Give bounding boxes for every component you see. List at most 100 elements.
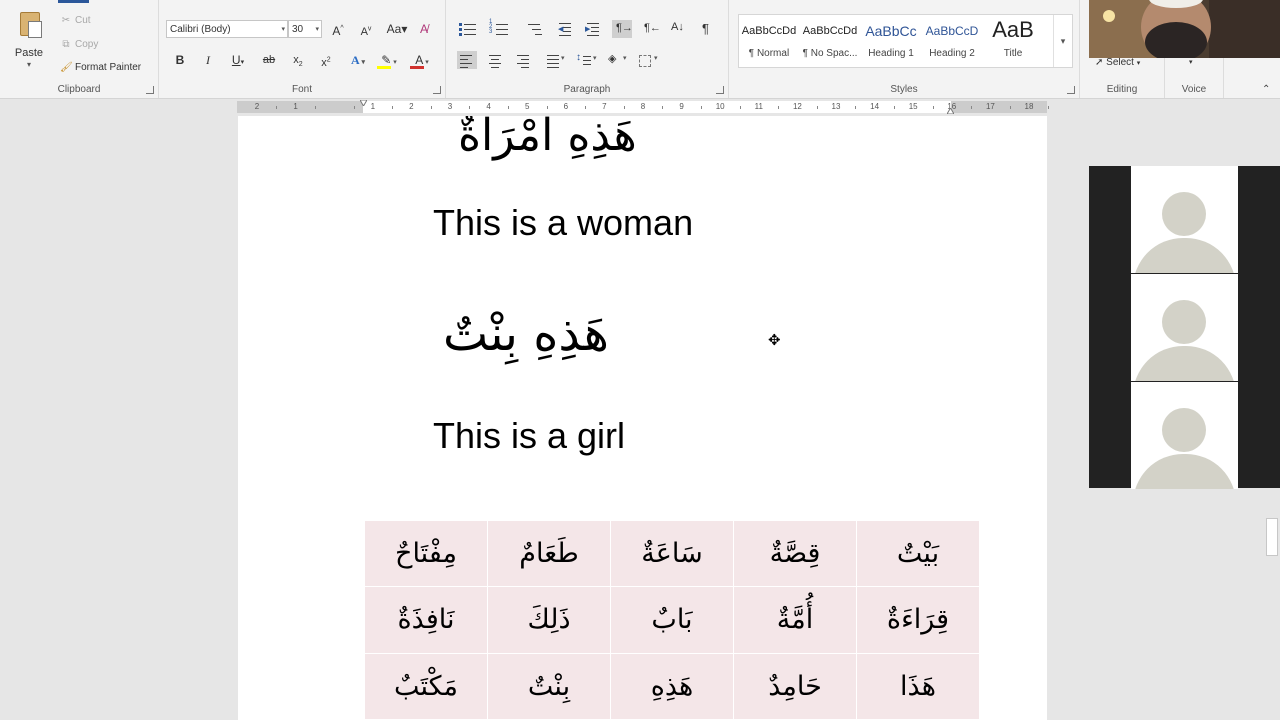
- chevron-down-icon: ▾: [1136, 60, 1141, 67]
- font-color-button[interactable]: A ▾: [408, 51, 436, 69]
- font-launcher-icon[interactable]: [433, 86, 441, 94]
- align-left-button[interactable]: [457, 51, 477, 69]
- clear-formatting-button[interactable]: A̸: [415, 20, 433, 38]
- ruler-number: 14: [870, 102, 880, 111]
- paste-button[interactable]: Paste ▾: [8, 10, 50, 72]
- superscript-button[interactable]: x2: [318, 51, 334, 69]
- font-group: Calibri (Body) ▾ 30 ▾ A^ Av Aa▾ A̸ B I U ▾…: [159, 0, 446, 98]
- ruler-tick: [276, 106, 278, 109]
- ruler-number: 9: [679, 102, 684, 111]
- right-indent-marker[interactable]: [947, 108, 954, 114]
- select-label: Select: [1106, 57, 1134, 68]
- strikethrough-button[interactable]: ab: [260, 51, 278, 69]
- vertical-scrollbar-thumb[interactable]: [1266, 518, 1278, 556]
- table-row: نَافِذَةٌ ذَلِكَ بَابٌ أُمَّةٌ قِرَاءَةٌ: [364, 586, 980, 654]
- presenter-video: [1089, 0, 1280, 58]
- participant-tile[interactable]: [1131, 382, 1238, 489]
- ruler-tick: [507, 106, 509, 109]
- bullets-button[interactable]: [458, 20, 478, 38]
- copy-button[interactable]: ⧉ Copy: [60, 36, 98, 54]
- ruler-number: 12: [792, 102, 802, 111]
- table-cell: نَافِذَةٌ: [364, 586, 488, 654]
- ltr-direction-button[interactable]: ¶→: [612, 20, 633, 38]
- rtl-direction-button[interactable]: ¶←: [640, 20, 661, 38]
- align-center-button[interactable]: [486, 51, 506, 69]
- highlight-button[interactable]: ✎ ▾: [375, 51, 403, 69]
- arabic-sentence-woman: هَذِهِ امْرَأَةٌ: [458, 116, 637, 161]
- style-preview: AaBbCcDd: [802, 25, 858, 37]
- highlighter-icon: ✎: [381, 53, 392, 67]
- ruler-number: 10: [715, 102, 725, 111]
- underline-button[interactable]: U ▾: [226, 51, 250, 69]
- ruler-number: 17: [985, 102, 995, 111]
- numbering-button[interactable]: 123: [489, 19, 509, 38]
- shading-button[interactable]: ◈ ▾: [606, 51, 632, 69]
- paragraph-launcher-icon[interactable]: [716, 86, 724, 94]
- participant-tile[interactable]: [1131, 166, 1238, 273]
- show-formatting-button[interactable]: ¶: [697, 20, 717, 38]
- styles-launcher-icon[interactable]: [1067, 86, 1075, 94]
- participant-tile[interactable]: [1131, 274, 1238, 381]
- italic-icon: I: [206, 53, 210, 67]
- increase-indent-button[interactable]: ▶: [584, 20, 604, 38]
- line-spacing-button[interactable]: ↕ ▾: [576, 51, 602, 69]
- style-name: Heading 1: [868, 48, 914, 59]
- text-effects-button[interactable]: A ▾: [346, 51, 370, 69]
- multilevel-list-button[interactable]: [525, 20, 545, 38]
- subscript-button[interactable]: x2: [290, 51, 306, 69]
- decrease-indent-button[interactable]: ◀: [556, 20, 576, 38]
- ruler-number: 18: [1024, 102, 1034, 111]
- text-effects-icon: A: [351, 53, 360, 67]
- ruler-tick: [546, 106, 548, 109]
- font-name-combo[interactable]: Calibri (Body) ▾: [166, 20, 288, 38]
- ruler-number: 3: [447, 102, 453, 111]
- ruler-tick: [392, 106, 394, 109]
- align-right-button[interactable]: [514, 51, 534, 69]
- scissors-icon: ✂: [61, 15, 71, 26]
- ruler-tick: [739, 106, 741, 109]
- cut-button[interactable]: ✂ Cut: [60, 12, 91, 30]
- table-cell: طَعَامٌ: [487, 519, 611, 588]
- grow-font-button[interactable]: A^: [329, 20, 347, 38]
- ruler-number: 2: [409, 102, 414, 111]
- avatar-placeholder-icon: [1162, 192, 1206, 236]
- format-painter-button[interactable]: 🖌 Format Painter: [60, 59, 141, 77]
- style-heading-2[interactable]: AaBbCcD Heading 2: [922, 15, 982, 67]
- ruler-tick: [1048, 106, 1050, 109]
- styles-group: AaBbCcDd ¶ Normal AaBbCcDd ¶ No Spac... …: [729, 0, 1080, 98]
- collapse-ribbon-icon[interactable]: ⌃: [1262, 84, 1270, 95]
- voice-group-label: Voice: [1181, 84, 1207, 95]
- sort-button[interactable]: A↓: [668, 20, 688, 38]
- clipboard-launcher-icon[interactable]: [146, 86, 154, 94]
- change-case-button[interactable]: Aa▾: [384, 20, 410, 38]
- borders-button[interactable]: ▾: [637, 51, 663, 69]
- ltr-paragraph-icon: ¶→: [616, 22, 633, 34]
- style-title[interactable]: AaB Title: [983, 15, 1043, 67]
- style-normal[interactable]: AaBbCcDd ¶ Normal: [739, 15, 799, 67]
- highlight-color-bar: [377, 66, 391, 69]
- ruler-tick: [778, 106, 780, 109]
- shrink-font-button[interactable]: Av: [357, 20, 375, 38]
- ruler-number: 1: [370, 102, 376, 111]
- first-line-indent-marker[interactable]: [360, 100, 367, 106]
- italic-button[interactable]: I: [200, 51, 216, 69]
- ruler-number: 5: [524, 102, 530, 111]
- justify-button[interactable]: ▾: [544, 51, 570, 69]
- select-button[interactable]: ➚ Select ▾: [1095, 57, 1140, 68]
- document-page[interactable]: هَذِهِ امْرَأَةٌ This is a woman هَذِهِ …: [238, 116, 1047, 720]
- styles-more-button[interactable]: ▾: [1053, 15, 1072, 67]
- table-cell: مِفْتَاحٌ: [364, 519, 488, 588]
- table-cell: بَيْتٌ: [856, 519, 980, 588]
- font-name-value: Calibri (Body): [170, 24, 231, 35]
- style-preview: AaBbCcDd: [741, 25, 797, 37]
- vocabulary-table: مِفْتَاحٌ طَعَامٌ سَاعَةٌ قِصَّةٌ بَيْتٌ…: [364, 519, 980, 720]
- ruler-number: 15: [908, 102, 918, 111]
- dictate-dropdown[interactable]: ▾: [1189, 58, 1193, 66]
- chevron-down-icon: ▾: [1060, 36, 1066, 46]
- cursor-arrow-icon: ➚: [1095, 57, 1104, 68]
- font-size-combo[interactable]: 30 ▾: [288, 20, 322, 38]
- shrink-font-icon: Av: [360, 25, 372, 38]
- style-no-spacing[interactable]: AaBbCcDd ¶ No Spac...: [800, 15, 860, 67]
- style-heading-1[interactable]: AaBbCc Heading 1: [861, 15, 921, 67]
- bold-button[interactable]: B: [172, 51, 188, 69]
